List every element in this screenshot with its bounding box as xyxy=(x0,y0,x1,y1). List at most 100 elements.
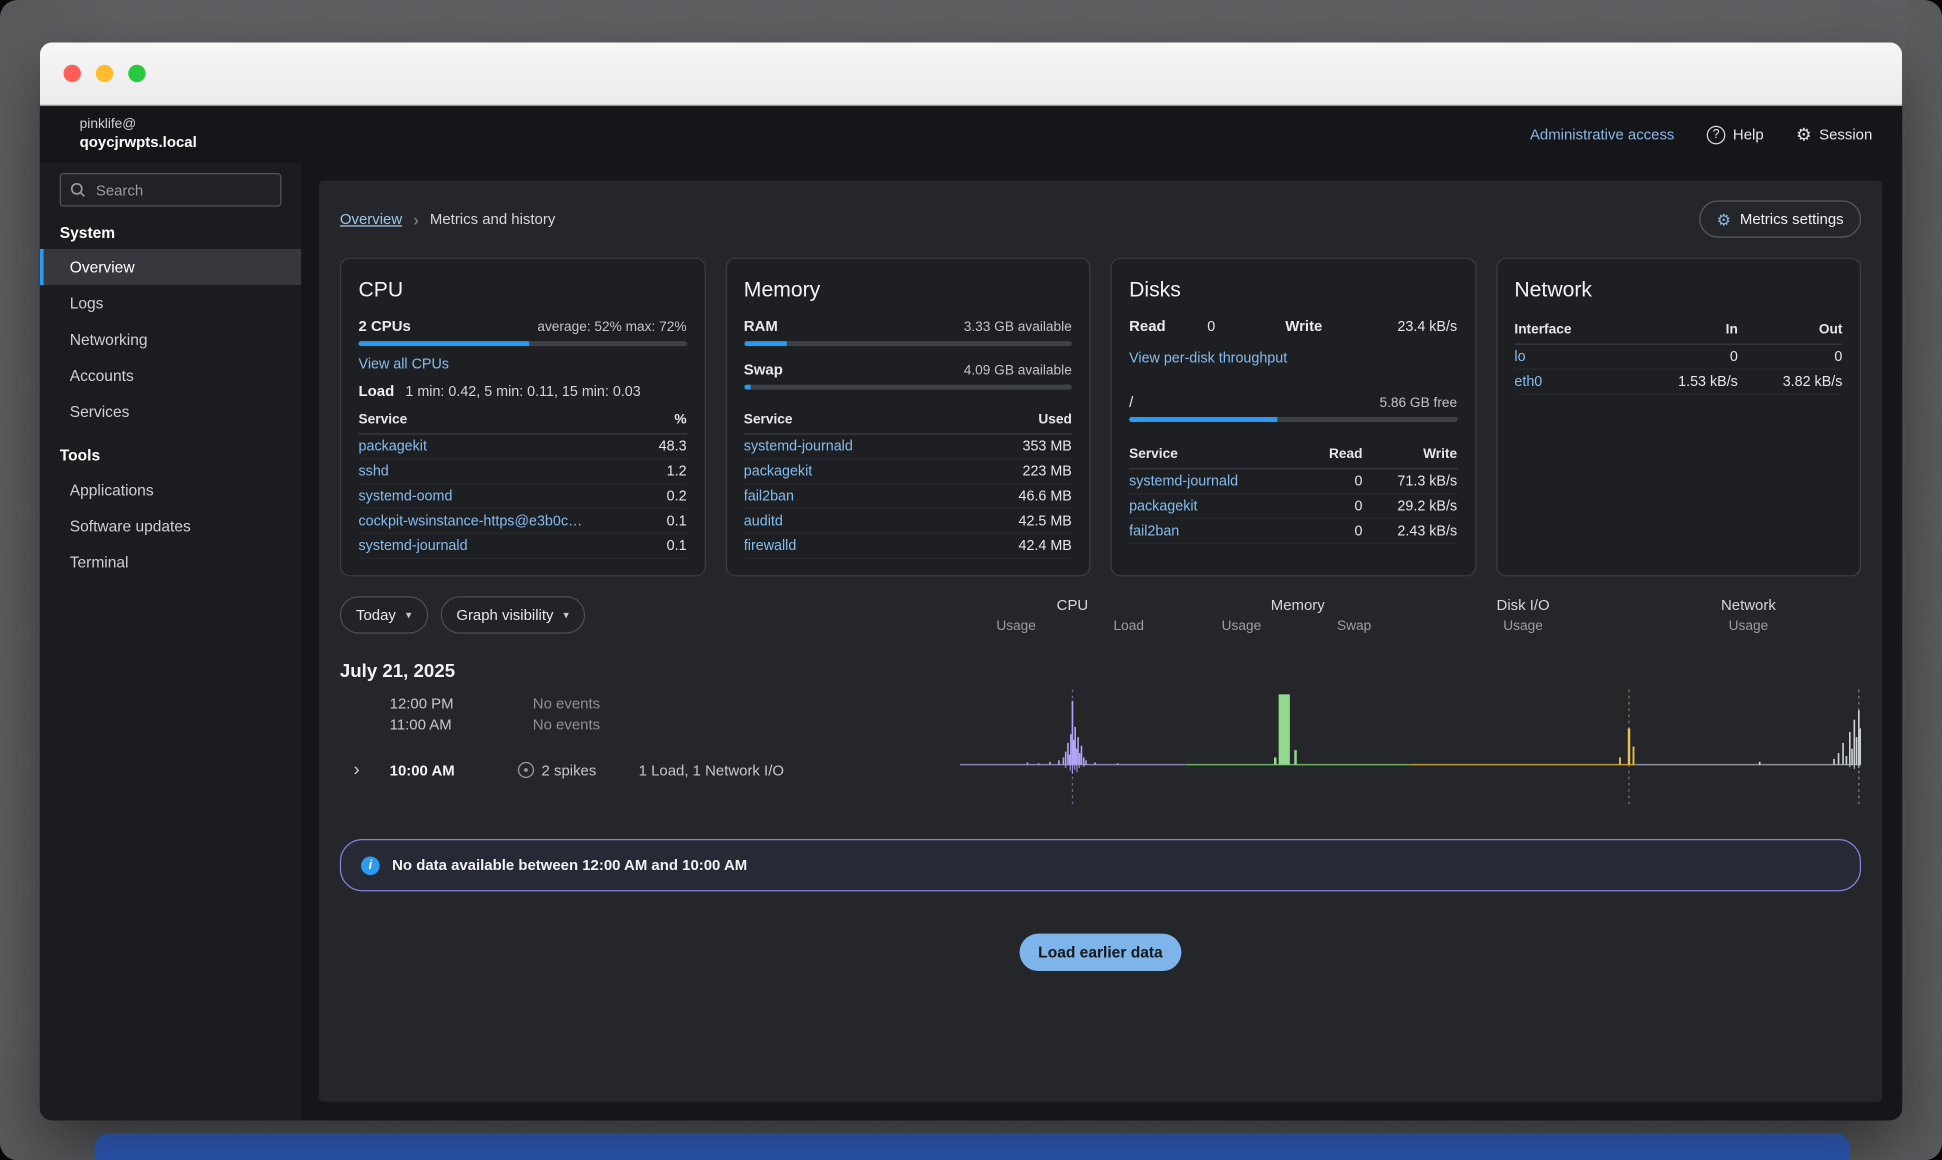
service-link[interactable]: systemd-journald xyxy=(744,439,1023,454)
app-header: pinklife@ qoycjrwpts.local Administrativ… xyxy=(40,106,1902,163)
sidebar-item-networking[interactable]: Networking xyxy=(40,321,301,357)
free-space: 5.86 GB free xyxy=(1379,396,1457,411)
table-row: cockpit-wsinstance-https@e3b0c…0.1 xyxy=(359,509,687,534)
session-menu[interactable]: ⚙ Session xyxy=(1796,126,1872,143)
table-row: sshd1.2 xyxy=(359,459,687,484)
swap-usage-progressbar xyxy=(744,385,1072,390)
service-link[interactable]: packagekit xyxy=(1129,499,1298,514)
table-row: systemd-journald0.1 xyxy=(359,534,687,559)
table-row: packagekit029.2 kB/s xyxy=(1129,494,1457,519)
no-data-alert: i No data available between 12:00 AM and… xyxy=(340,839,1861,891)
session-label: Session xyxy=(1819,126,1872,143)
service-link[interactable]: fail2ban xyxy=(1129,523,1298,538)
service-link[interactable]: packagekit xyxy=(744,464,1023,479)
header-controls: Administrative access ? Help ⚙ Session xyxy=(1530,125,1872,144)
cpu-usage-chart xyxy=(960,685,1185,812)
service-link[interactable]: packagekit xyxy=(359,439,659,454)
cpu-card: CPU 2 CPUs average: 52% max: 72% View al… xyxy=(340,258,705,577)
service-link[interactable]: systemd-journald xyxy=(1129,474,1298,489)
timeline-row-10am[interactable]: › 10:00 AM 2 spikes 1 Load, 1 Network I/… xyxy=(340,761,960,780)
administrative-access-link[interactable]: Administrative access xyxy=(1530,126,1674,143)
interval-dropdown[interactable]: Today ▾ xyxy=(340,596,428,633)
metrics-settings-button[interactable]: ⚙ Metrics settings xyxy=(1699,200,1861,237)
per-disk-throughput-link[interactable]: View per-disk throughput xyxy=(1129,351,1287,366)
info-icon: i xyxy=(361,856,380,875)
help-menu[interactable]: ? Help xyxy=(1707,125,1764,144)
memory-card: Memory RAM 3.33 GB available Swap 4.09 G… xyxy=(725,258,1090,577)
metrics-table-header: Today ▾ Graph visibility ▾ CPU Us xyxy=(340,596,1861,646)
cpu-card-title: CPU xyxy=(359,278,687,303)
sidebar-item-accounts[interactable]: Accounts xyxy=(40,357,301,393)
date-heading: July 21, 2025 xyxy=(340,661,1861,682)
view-all-cpus-link[interactable]: View all CPUs xyxy=(359,357,449,372)
network-card: Network Interface In Out lo00 eth01.53 k… xyxy=(1496,258,1861,577)
sidebar-item-applications[interactable]: Applications xyxy=(40,472,301,508)
interface-link[interactable]: eth0 xyxy=(1514,374,1633,389)
breadcrumb-current: Metrics and history xyxy=(430,210,555,227)
hostname: qoycjrwpts.local xyxy=(80,134,197,153)
table-row: systemd-oomd0.2 xyxy=(359,484,687,509)
table-row: systemd-journald353 MB xyxy=(744,434,1072,459)
cpu-usage-progressbar xyxy=(359,341,687,346)
cpu-count-label: 2 CPUs xyxy=(359,317,411,334)
swap-label: Swap xyxy=(744,361,783,378)
search-input[interactable] xyxy=(60,173,282,207)
memory-services-table: Service Used systemd-journald353 MB pack… xyxy=(744,407,1072,559)
timeline-row-12pm[interactable]: 12:00 PM No events xyxy=(340,695,960,712)
graph-visibility-dropdown[interactable]: Graph visibility ▾ xyxy=(440,596,585,633)
caret-down-icon: ▾ xyxy=(563,608,569,622)
gear-icon: ⚙ xyxy=(1717,211,1732,227)
table-row: fail2ban46.6 MB xyxy=(744,484,1072,509)
service-link[interactable]: auditd xyxy=(744,514,1019,529)
sidebar: System Overview Logs Networking Accounts… xyxy=(40,163,301,1120)
sidebar-item-software-updates[interactable]: Software updates xyxy=(40,508,301,544)
column-group-network: Network Usage xyxy=(1636,596,1861,633)
timeline-row-group: 12:00 PM No events 11:00 AM No events › … xyxy=(340,685,1861,812)
network-usage-chart xyxy=(1636,685,1861,812)
gear-icon: ⚙ xyxy=(1796,126,1812,143)
network-card-title: Network xyxy=(1514,278,1842,303)
interface-link[interactable]: lo xyxy=(1514,349,1633,364)
column-header-service: Service xyxy=(1129,447,1298,462)
sidebar-item-logs[interactable]: Logs xyxy=(40,285,301,321)
desktop-background: pinklife@ qoycjrwpts.local Administrativ… xyxy=(0,0,1942,1160)
column-header-in: In xyxy=(1633,322,1738,337)
swap-available: 4.09 GB available xyxy=(964,364,1072,379)
table-row: lo00 xyxy=(1514,345,1842,370)
spike-count: 2 spikes xyxy=(542,761,597,778)
window-titlebar xyxy=(40,42,1902,105)
service-link[interactable]: systemd-oomd xyxy=(359,489,667,504)
column-group-cpu: CPU UsageLoad xyxy=(960,596,1185,633)
disk-services-table: Service Read Write systemd-journald071.3… xyxy=(1129,442,1457,544)
spikes-icon xyxy=(518,762,534,778)
load-earlier-data-button[interactable]: Load earlier data xyxy=(1020,934,1182,971)
breadcrumb: Overview › Metrics and history xyxy=(340,210,555,229)
disks-card: Disks Read 0 Write 23.4 kB/s View per-di… xyxy=(1110,258,1475,577)
username: pinklife@ xyxy=(80,116,197,134)
column-header-percent: % xyxy=(674,412,686,427)
sidebar-item-terminal[interactable]: Terminal xyxy=(40,544,301,580)
spike-description: 1 Load, 1 Network I/O xyxy=(639,761,784,778)
caret-down-icon: ▾ xyxy=(406,608,412,622)
service-link[interactable]: systemd-journald xyxy=(359,538,667,553)
dock-strip xyxy=(95,1133,1850,1160)
cpu-services-table: Service % packagekit48.3 sshd1.2 systemd… xyxy=(359,407,687,559)
close-window-button[interactable] xyxy=(63,65,80,82)
timeline-row-11am[interactable]: 11:00 AM No events xyxy=(340,716,960,733)
disk-read-write: Read 0 Write 23.4 kB/s xyxy=(1129,317,1457,334)
minimize-window-button[interactable] xyxy=(96,65,113,82)
timeline-events: 12:00 PM No events 11:00 AM No events › … xyxy=(340,685,960,812)
service-link[interactable]: fail2ban xyxy=(744,489,1019,504)
sidebar-item-services[interactable]: Services xyxy=(40,393,301,429)
breadcrumb-overview-link[interactable]: Overview xyxy=(340,210,402,227)
metrics-toolbar: Today ▾ Graph visibility ▾ xyxy=(340,596,960,633)
help-icon: ? xyxy=(1707,125,1726,144)
sidebar-item-overview[interactable]: Overview xyxy=(40,249,301,285)
memory-usage-chart xyxy=(1185,685,1410,812)
service-link[interactable]: cockpit-wsinstance-https@e3b0c… xyxy=(359,514,667,529)
chevron-right-icon[interactable]: › xyxy=(354,761,376,780)
maximize-window-button[interactable] xyxy=(128,65,145,82)
service-link[interactable]: sshd xyxy=(359,464,667,479)
service-link[interactable]: firewalld xyxy=(744,538,1019,553)
search-icon xyxy=(70,182,86,204)
